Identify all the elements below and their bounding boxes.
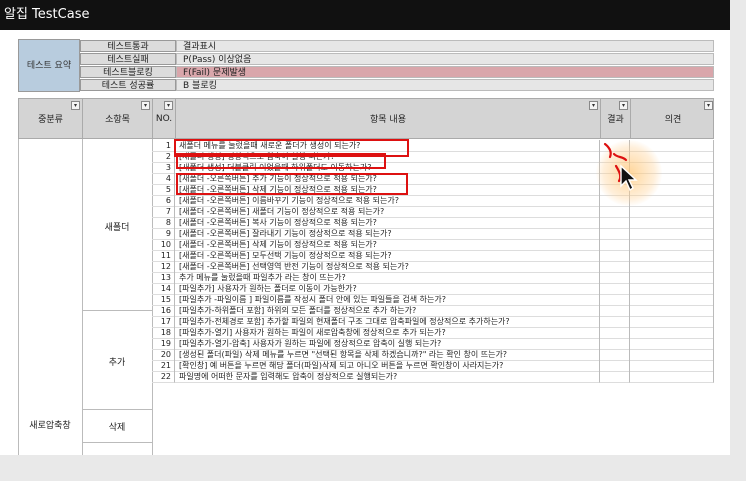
filter-dropdown-icon[interactable]: ▾ xyxy=(71,101,80,110)
header-result[interactable]: 결과 ▾ xyxy=(601,99,631,138)
header-item[interactable]: 항목 내용 ▾ xyxy=(176,99,601,138)
header-minor[interactable]: 소항목 ▾ xyxy=(83,99,153,138)
header-minor-label: 소항목 xyxy=(105,115,130,125)
filter-dropdown-icon[interactable]: ▾ xyxy=(164,101,173,110)
summary-name[interactable]: 테스트 성공률 xyxy=(80,79,176,91)
header-item-label: 항목 내용 xyxy=(370,115,406,125)
highlight-box xyxy=(176,153,386,169)
table-header: 중분류 ▾ 소항목 ▾ NO. ▾ 항목 내용 ▾ 결과 ▾ 의견 ▾ xyxy=(18,98,714,139)
window-title: 알집 TestCase xyxy=(0,0,730,30)
summary-value[interactable]: P(Pass) 이상없음 xyxy=(176,53,714,65)
summary-row: 테스트블로킹 F(Fail) 문제발생 xyxy=(0,66,730,78)
summary-row: 테스트통과 결과표시 xyxy=(0,40,730,52)
summary-row: 테스트 성공률 B 블로킹 xyxy=(0,79,730,91)
filter-dropdown-icon[interactable]: ▾ xyxy=(704,101,713,110)
row-result-cell[interactable] xyxy=(600,371,630,383)
filter-dropdown-icon[interactable]: ▾ xyxy=(619,101,628,110)
summary-name[interactable]: 테스트블로킹 xyxy=(80,66,176,78)
header-opinion-label: 의견 xyxy=(664,115,682,125)
summary-value[interactable]: 결과표시 xyxy=(176,40,714,52)
header-major-label: 중분류 xyxy=(38,115,63,125)
table-row: 22 파일명에 어떠한 문자를 입력해도 압축이 정상적으로 실행되는가? xyxy=(18,371,714,383)
grid-line xyxy=(82,409,152,410)
row-opinion-cell[interactable] xyxy=(630,371,714,383)
summary-value[interactable]: F(Fail) 문제발생 xyxy=(176,66,714,78)
header-no-label: NO. xyxy=(155,113,173,124)
header-result-label: 결과 xyxy=(607,115,624,125)
filter-dropdown-icon[interactable]: ▾ xyxy=(141,101,150,110)
summary-name[interactable]: 테스트통과 xyxy=(80,40,176,52)
mouse-pointer-icon xyxy=(620,164,638,192)
header-no[interactable]: NO. ▾ xyxy=(153,99,176,138)
row-number[interactable]: 22 xyxy=(152,371,175,383)
summary-name[interactable]: 테스트실패 xyxy=(80,53,176,65)
spreadsheet-window: 알집 TestCase 테스트 요약 테스트통과 결과표시 테스트실패 P(Pa… xyxy=(0,0,730,455)
header-major[interactable]: 중분류 ▾ xyxy=(19,99,83,138)
group-minor-label: 삭제 xyxy=(108,423,126,433)
row-item-text[interactable]: 파일명에 어떠한 문자를 입력해도 압축이 정상적으로 실행되는가? xyxy=(175,371,600,383)
summary-value[interactable]: B 블로킹 xyxy=(176,79,714,91)
grid-line xyxy=(82,442,152,443)
group-major-label: 새로압축창 xyxy=(29,421,71,431)
summary-row: 테스트실패 P(Pass) 이상없음 xyxy=(0,53,730,65)
filter-dropdown-icon[interactable]: ▾ xyxy=(589,101,598,110)
header-opinion[interactable]: 의견 ▾ xyxy=(631,99,715,138)
highlight-box xyxy=(176,173,408,195)
